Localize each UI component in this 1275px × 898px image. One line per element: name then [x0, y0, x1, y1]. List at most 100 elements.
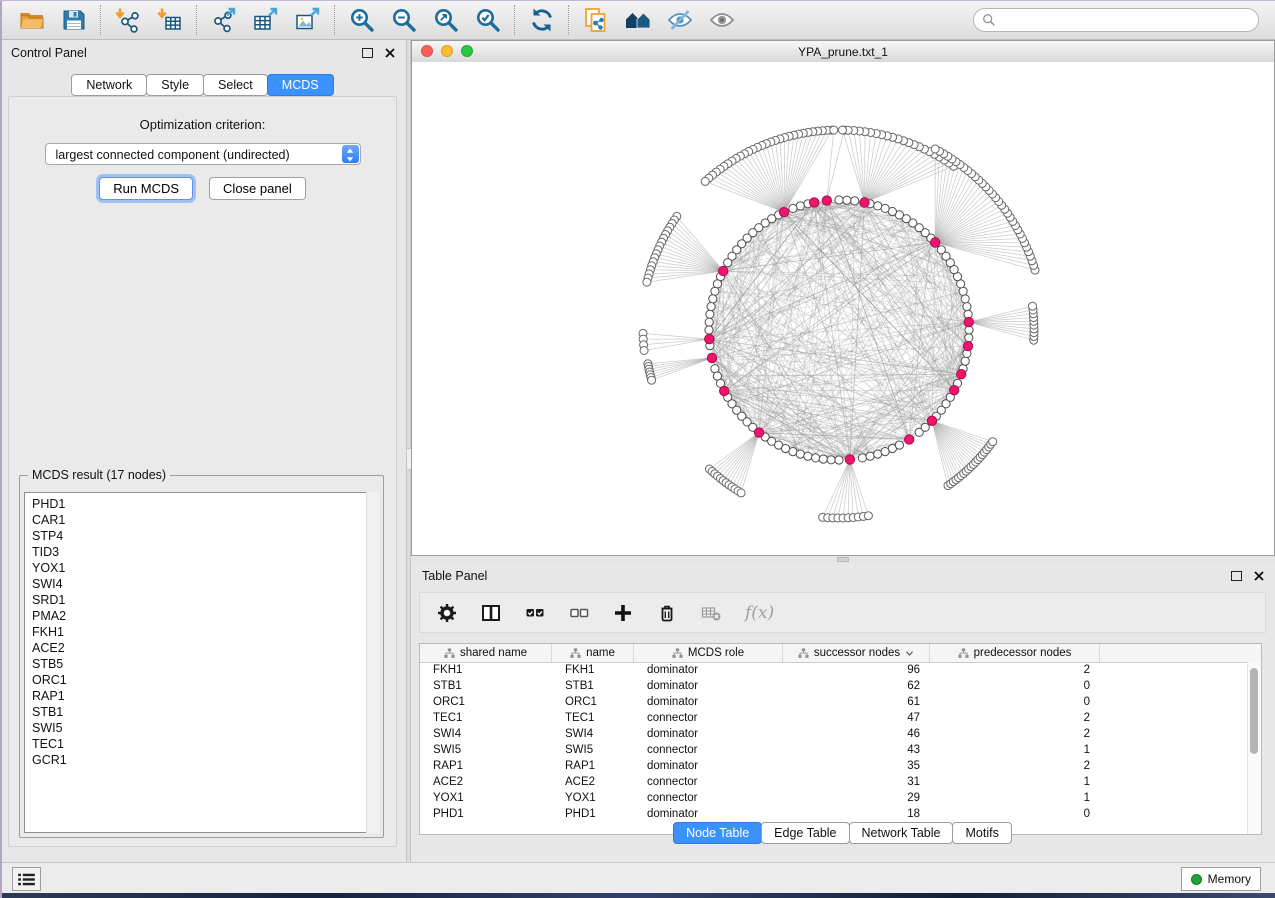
mcds-result-item[interactable]: ACE2: [32, 640, 364, 656]
apply-layout-icon[interactable]: [529, 7, 555, 33]
column-header-shared-name[interactable]: shared name: [420, 644, 552, 662]
table-cell: connector: [634, 744, 783, 756]
table-cell: ACE2: [552, 776, 634, 788]
table-panel: Table Panel f(x) shared namenameMCDS rol…: [411, 563, 1275, 858]
criterion-dropdown[interactable]: largest connected component (undirected): [45, 143, 361, 165]
toggle-columns-icon[interactable]: [481, 603, 501, 623]
tab-network-table[interactable]: Network Table: [849, 822, 954, 844]
table-cell: 0: [930, 680, 1100, 692]
mcds-result-item[interactable]: STB1: [32, 704, 364, 720]
tab-edge-table[interactable]: Edge Table: [761, 822, 849, 844]
mcds-result-item[interactable]: SWI4: [32, 576, 364, 592]
task-history-button[interactable]: [12, 867, 41, 891]
tab-motifs[interactable]: Motifs: [952, 822, 1011, 844]
import-table-icon[interactable]: [157, 7, 183, 33]
table-cell: 62: [783, 680, 930, 692]
add-column-icon[interactable]: [613, 603, 633, 623]
table-cell: FKH1: [552, 664, 634, 676]
mcds-result-item[interactable]: SWI5: [32, 720, 364, 736]
mcds-result-item[interactable]: PMA2: [32, 608, 364, 624]
tab-style[interactable]: Style: [146, 74, 204, 96]
mcds-result-item[interactable]: SRD1: [32, 592, 364, 608]
zoom-out-icon[interactable]: [391, 7, 417, 33]
main-toolbar: [0, 0, 1275, 40]
column-header-filler: [1100, 644, 1261, 662]
table-scrollbar[interactable]: [1247, 662, 1261, 834]
tab-node-table[interactable]: Node Table: [673, 822, 762, 844]
mcds-result-item[interactable]: STB5: [32, 656, 364, 672]
float-table-panel-icon[interactable]: [1231, 571, 1242, 581]
table-row[interactable]: ACE2ACE2connector311: [420, 774, 1248, 790]
optimization-criterion-label: Optimization criterion:: [9, 117, 396, 132]
copy-style-icon[interactable]: [583, 7, 609, 33]
select-all-icon[interactable]: [525, 603, 545, 623]
control-panel-titlebar: Control Panel: [0, 40, 406, 66]
tab-network[interactable]: Network: [71, 74, 147, 96]
import-network-icon[interactable]: [115, 7, 141, 33]
zoom-in-icon[interactable]: [349, 7, 375, 33]
horizontal-splitter-handle[interactable]: [837, 557, 849, 562]
save-session-icon[interactable]: [61, 7, 87, 33]
memory-button[interactable]: Memory: [1181, 867, 1261, 891]
table-row[interactable]: TEC1TEC1connector472: [420, 710, 1248, 726]
close-table-panel-icon[interactable]: [1254, 571, 1264, 581]
mcds-result-item[interactable]: CAR1: [32, 512, 364, 528]
export-network-icon[interactable]: [211, 7, 237, 33]
deselect-all-icon[interactable]: [569, 603, 589, 623]
settings-gear-icon[interactable]: [437, 603, 457, 623]
zoom-selected-icon[interactable]: [475, 7, 501, 33]
mcds-result-item[interactable]: FKH1: [32, 624, 364, 640]
maximize-window-icon[interactable]: [461, 45, 473, 57]
table-row[interactable]: RAP1RAP1dominator352: [420, 758, 1248, 774]
close-panel-button[interactable]: Close panel: [209, 177, 306, 200]
export-image-icon[interactable]: [295, 7, 321, 33]
column-header-predecessor-nodes[interactable]: predecessor nodes: [930, 644, 1100, 662]
table-cell: 2: [930, 728, 1100, 740]
show-all-icon[interactable]: [709, 7, 735, 33]
mcds-result-item[interactable]: TID3: [32, 544, 364, 560]
search-input[interactable]: [973, 8, 1259, 32]
toolbar-group: [570, 7, 748, 33]
mcds-result-item[interactable]: RAP1: [32, 688, 364, 704]
mcds-result-item[interactable]: YOX1: [32, 560, 364, 576]
column-header-MCDS-role[interactable]: MCDS role: [634, 644, 783, 662]
mcds-list-scrollbar[interactable]: [366, 492, 379, 833]
toolbar-group: [6, 7, 100, 33]
close-window-icon[interactable]: [421, 45, 433, 57]
tab-select[interactable]: Select: [203, 74, 268, 96]
tab-mcds[interactable]: MCDS: [267, 74, 334, 96]
column-header-name[interactable]: name: [552, 644, 634, 662]
zoom-fit-icon[interactable]: [433, 7, 459, 33]
table-header-row: shared namenameMCDS rolesuccessor nodesp…: [420, 644, 1261, 663]
minimize-window-icon[interactable]: [441, 45, 453, 57]
table-cell: dominator: [634, 696, 783, 708]
mcds-result-item[interactable]: TEC1: [32, 736, 364, 752]
hide-selected-icon[interactable]: [667, 7, 693, 33]
export-table-icon[interactable]: [253, 7, 279, 33]
table-row[interactable]: YOX1YOX1connector291: [420, 790, 1248, 806]
close-panel-icon[interactable]: [385, 48, 395, 58]
table-cell: 96: [783, 664, 930, 676]
table-row[interactable]: FKH1FKH1dominator962: [420, 662, 1248, 678]
delete-table-icon: [701, 603, 721, 623]
column-header-successor-nodes[interactable]: successor nodes: [783, 644, 930, 662]
mcds-result-item[interactable]: PHD1: [32, 496, 364, 512]
table-row[interactable]: SWI4SWI4dominator462: [420, 726, 1248, 742]
mcds-result-item[interactable]: GCR1: [32, 752, 364, 768]
run-mcds-button[interactable]: Run MCDS: [99, 177, 193, 200]
table-row[interactable]: STB1STB1dominator620: [420, 678, 1248, 694]
mcds-result-item[interactable]: ORC1: [32, 672, 364, 688]
table-row[interactable]: PHD1PHD1dominator180: [420, 806, 1248, 822]
table-row[interactable]: SWI5SWI5connector431: [420, 742, 1248, 758]
first-neighbors-icon[interactable]: [625, 7, 651, 33]
float-panel-icon[interactable]: [362, 48, 373, 58]
search-container: [973, 8, 1259, 32]
open-file-icon[interactable]: [19, 7, 45, 33]
table-row[interactable]: ORC1ORC1dominator610: [420, 694, 1248, 710]
delete-column-icon[interactable]: [657, 603, 677, 623]
mcds-result-item[interactable]: STP4: [32, 528, 364, 544]
table-scrollbar-thumb[interactable]: [1250, 668, 1258, 754]
network-window-titlebar: YPA_prune.txt_1: [412, 41, 1274, 63]
network-canvas[interactable]: [412, 62, 1274, 555]
horizontal-splitter[interactable]: [411, 556, 1275, 563]
